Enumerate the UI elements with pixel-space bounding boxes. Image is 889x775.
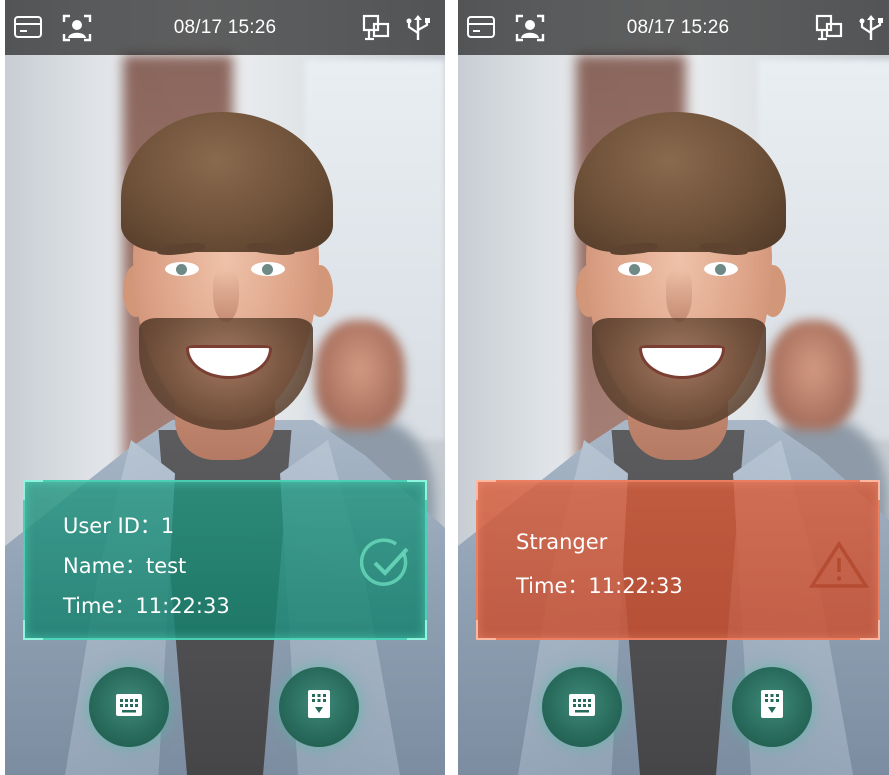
recognition-result-panel: User ID：1 Name：test Time：11:22:33 bbox=[23, 480, 427, 640]
stranger-text: Stranger bbox=[516, 530, 608, 554]
keypad-verify-icon bbox=[304, 688, 334, 727]
recognition-result-panel: Stranger Time：11:22:33 bbox=[476, 480, 880, 640]
user-name-text: Name：test bbox=[63, 554, 187, 578]
recognition-time-text: Time：11:22:33 bbox=[516, 574, 683, 598]
warning-triangle-icon bbox=[808, 540, 870, 595]
user-id-text: User ID：1 bbox=[63, 514, 175, 538]
status-bar: 08/17 15:26 bbox=[458, 0, 889, 55]
keypad-button[interactable] bbox=[542, 667, 622, 747]
recognition-time-text: Time：11:22:33 bbox=[63, 594, 230, 618]
keypad-button[interactable] bbox=[89, 667, 169, 747]
usb-icon bbox=[403, 13, 433, 48]
camera-subject-face bbox=[5, 0, 445, 775]
camera-subject-face bbox=[458, 0, 889, 775]
usb-icon bbox=[856, 13, 886, 48]
device-screen-success: 08/17 15:26 User ID：1 Name：test Time：11:… bbox=[5, 0, 445, 775]
status-bar: 08/17 15:26 bbox=[5, 0, 445, 55]
keypad-icon bbox=[114, 690, 144, 725]
network-icon bbox=[814, 13, 844, 48]
keypad-verify-button[interactable] bbox=[279, 667, 359, 747]
network-icon bbox=[361, 13, 391, 48]
keypad-icon bbox=[567, 690, 597, 725]
keypad-verify-button[interactable] bbox=[732, 667, 812, 747]
device-screen-stranger: 08/17 15:26 Stranger Time：11:22:33 bbox=[458, 0, 889, 775]
keypad-verify-icon bbox=[757, 688, 787, 727]
checkmark-circle-icon bbox=[359, 536, 414, 595]
